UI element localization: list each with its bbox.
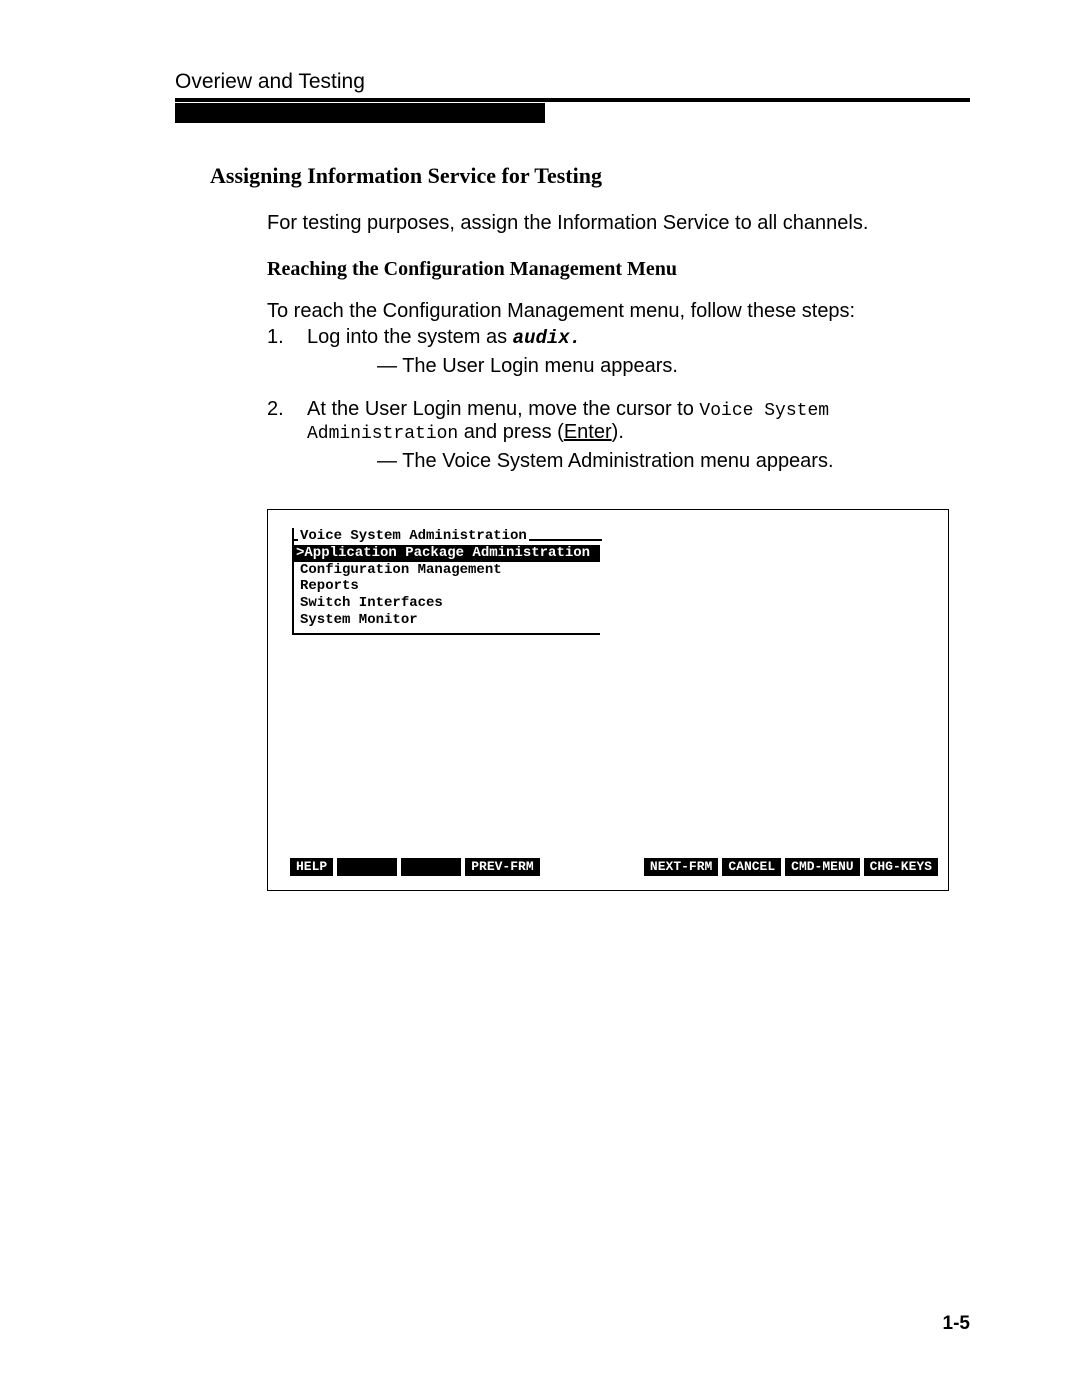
fn-chg-keys[interactable]: CHG-KEYS (864, 858, 938, 876)
step-1-num: 1. (267, 326, 307, 390)
menu-selected-item[interactable]: >Application Package Administration (294, 545, 600, 562)
menu-item-switch[interactable]: Switch Interfaces (300, 595, 594, 612)
menu-item-config[interactable]: Configuration Management (300, 562, 594, 579)
fn-next-frm[interactable]: NEXT-FRM (644, 858, 718, 876)
step-2: 2. At the User Login menu, move the curs… (267, 398, 970, 485)
step-2-note: — The Voice System Administration menu a… (377, 450, 970, 473)
menu-item-reports[interactable]: Reports (300, 578, 594, 595)
menu-title: Voice System Administration (298, 528, 529, 545)
intro-text: For testing purposes, assign the Informa… (267, 209, 970, 238)
terminal-screenshot: Voice System Administration >Application… (267, 509, 949, 891)
step-2-num: 2. (267, 398, 307, 485)
fn-cmd-menu[interactable]: CMD-MENU (785, 858, 859, 876)
page-header: Overiew and Testing (175, 70, 970, 94)
steps-intro: To reach the Configuration Management me… (267, 297, 970, 326)
header-bar (175, 103, 545, 123)
menu-item-sysmon[interactable]: System Monitor (300, 612, 594, 629)
fn-prev-frm[interactable]: PREV-FRM (465, 858, 539, 876)
sub-section-title: Reaching the Configuration Management Me… (267, 258, 970, 281)
fn-cancel[interactable]: CANCEL (722, 858, 781, 876)
step-2-pre: At the User Login menu, move the cursor … (307, 398, 699, 420)
step-1-text: Log into the system as (307, 326, 513, 348)
function-key-bar: HELP PREV-FRM NEXT-FRM CANCEL CMD-MENU C… (290, 858, 938, 876)
step-2-mid: and press ( (458, 421, 564, 443)
fn-blank-1 (337, 858, 397, 876)
step-1: 1. Log into the system as audix. — The U… (267, 326, 970, 390)
vsa-menu: Voice System Administration >Application… (292, 528, 600, 635)
header-rule (175, 98, 970, 102)
section-title: Assigning Information Service for Testin… (210, 163, 970, 189)
step-1-code: audix. (513, 327, 581, 349)
fn-blank-2 (401, 858, 461, 876)
step-1-note: — The User Login menu appears. (377, 355, 970, 378)
page-number: 1-5 (943, 1313, 970, 1335)
step-2-post: ). (612, 421, 624, 443)
enter-key: Enter (564, 421, 612, 443)
fn-help[interactable]: HELP (290, 858, 333, 876)
